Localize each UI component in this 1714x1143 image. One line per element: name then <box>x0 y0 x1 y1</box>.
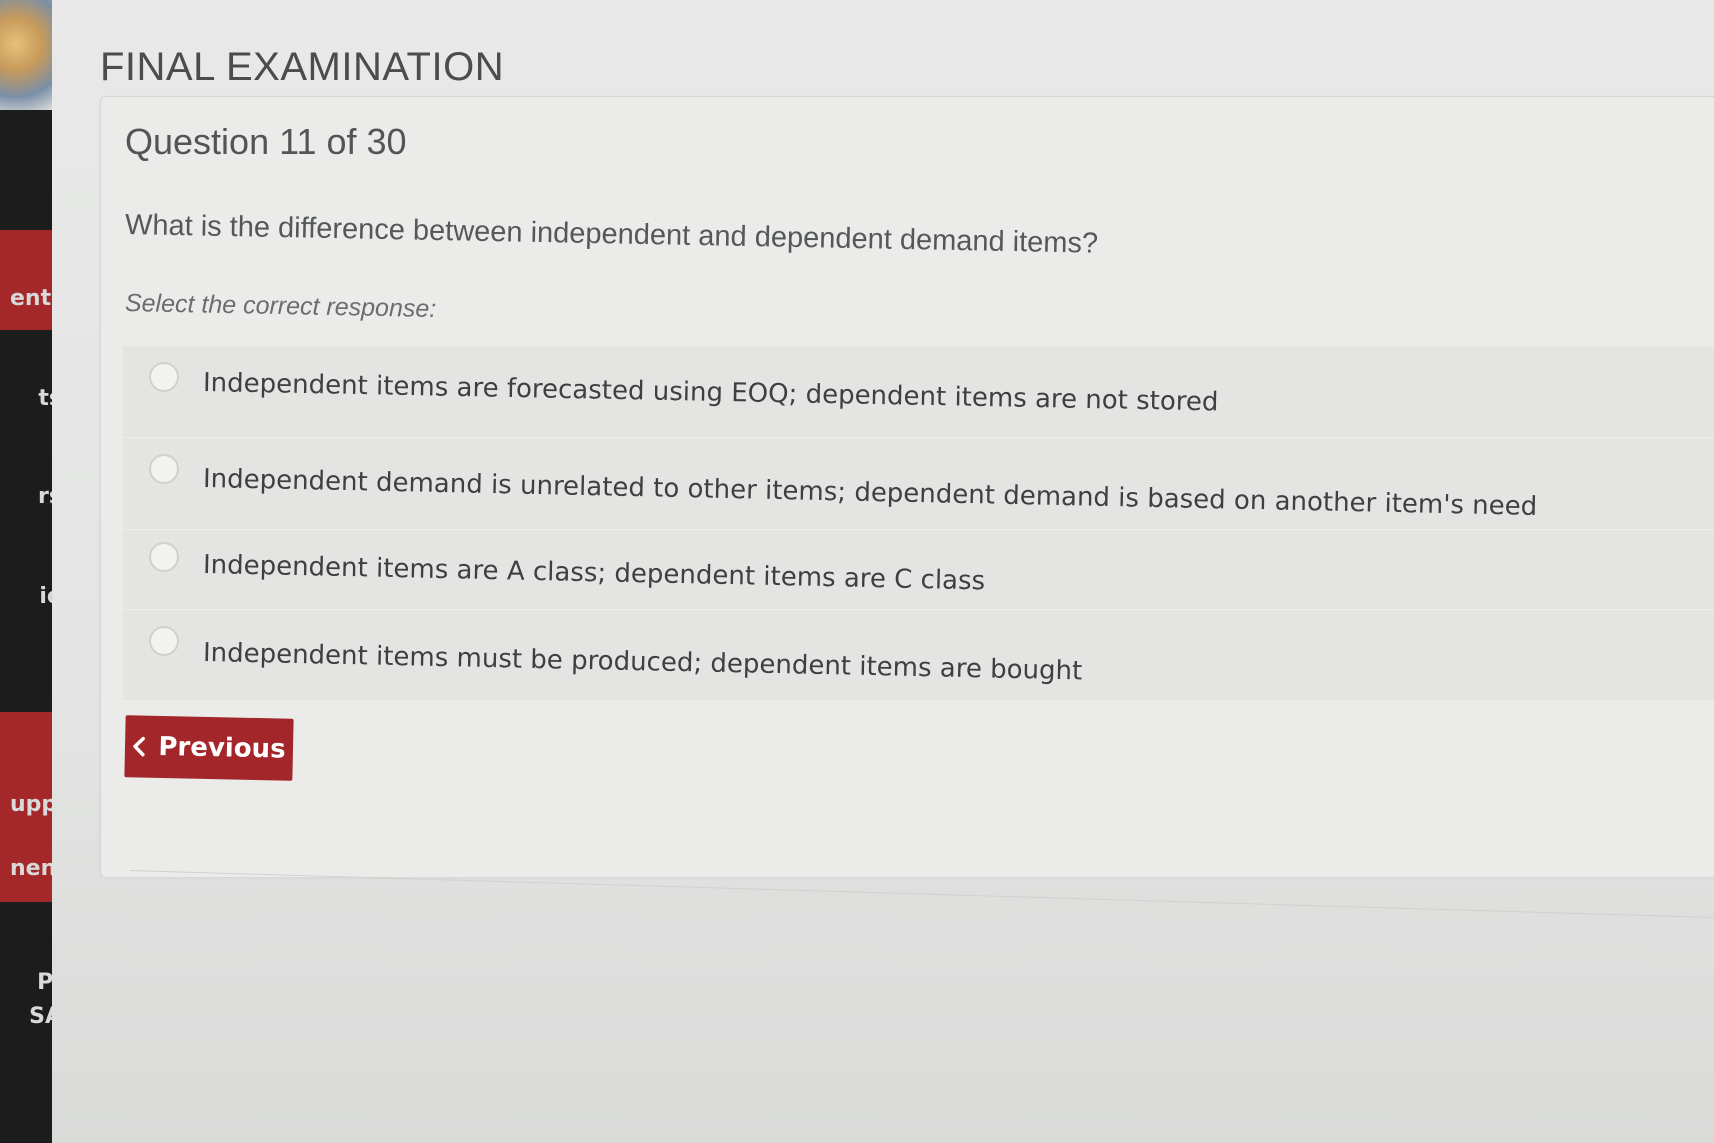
answer-option-label: Independent demand is unrelated to other… <box>202 464 1538 522</box>
sidebar-item-label: io <box>39 584 52 609</box>
sidebar-item-label: nent <box>10 856 52 881</box>
sidebar-item-label: ts <box>38 386 52 411</box>
exam-screen: ents ts rs io upply nent P- SA FINAL EXA… <box>0 0 1714 1143</box>
sidebar: ents ts rs io upply nent P- SA <box>0 0 52 1143</box>
sidebar-item-5[interactable]: nent <box>0 856 52 881</box>
question-text: What is the difference between independe… <box>124 209 1099 260</box>
radio-unchecked-icon[interactable] <box>149 626 179 656</box>
sidebar-active-highlight <box>0 230 52 330</box>
sidebar-item-3[interactable]: io <box>0 584 52 609</box>
radio-unchecked-icon[interactable] <box>149 454 179 484</box>
answer-option-2[interactable]: Independent demand is unrelated to other… <box>123 437 1714 531</box>
sidebar-item-label: upply <box>10 792 52 817</box>
chevron-left-icon <box>133 736 146 757</box>
radio-unchecked-icon[interactable] <box>149 362 179 392</box>
sidebar-item-7[interactable]: SA <box>0 1004 52 1029</box>
sidebar-item-2[interactable]: rs <box>0 484 52 509</box>
question-number: Question 11 of 30 <box>125 121 407 162</box>
instruction-text: Select the correct response: <box>124 289 437 323</box>
question-card: Question 11 of 30 What is the difference… <box>100 96 1714 877</box>
sidebar-item-1[interactable]: ts <box>0 386 52 411</box>
answer-option-3[interactable]: Independent items are A class; dependent… <box>123 529 1714 611</box>
sidebar-item-6[interactable]: P- <box>0 970 52 995</box>
sidebar-item-4[interactable]: upply <box>0 792 52 817</box>
sidebar-item-label: SA <box>29 1004 52 1029</box>
previous-button[interactable]: Previous <box>124 715 294 781</box>
divider <box>129 870 1714 922</box>
answer-option-4[interactable]: Independent items must be produced; depe… <box>123 609 1714 701</box>
logo <box>0 0 52 110</box>
page-title: FINAL EXAMINATION <box>100 44 505 89</box>
sidebar-item-0[interactable]: ents <box>0 286 52 311</box>
answer-option-label: Independent items are forecasted using E… <box>202 368 1219 418</box>
sidebar-item-label: ents <box>10 286 52 311</box>
radio-unchecked-icon[interactable] <box>149 542 179 572</box>
answer-option-label: Independent items must be produced; depe… <box>202 638 1083 687</box>
sidebar-item-label: P- <box>37 970 52 995</box>
previous-button-label: Previous <box>158 731 286 765</box>
answer-option-label: Independent items are A class; dependent… <box>202 550 986 597</box>
answer-option-1[interactable]: Independent items are forecasted using E… <box>123 345 1714 439</box>
sidebar-item-label: rs <box>38 484 52 509</box>
